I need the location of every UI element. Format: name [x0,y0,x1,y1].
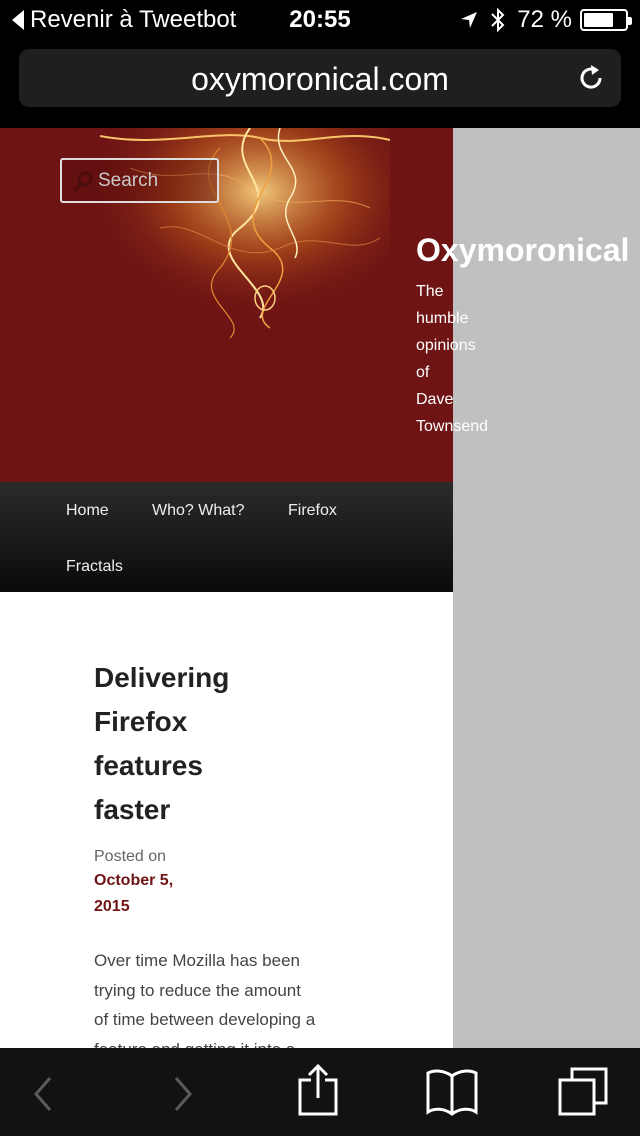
post-date-link[interactable]: October 5, 2015 [94,868,344,920]
address-bar[interactable]: oxymoronical.com [19,49,621,107]
excerpt-line: Over time Mozilla has been [94,951,300,970]
status-bar: Revenir à Tweetbot 20:55 72 % [0,0,640,40]
site-description-line: opinions [416,337,476,354]
battery-icon [580,9,632,31]
site-body: Oxymoronical The humble opinions of Dave… [0,128,629,1048]
nav-item-who-what[interactable]: Who? What? [152,502,244,520]
site-description-line: of [416,364,430,381]
search-box[interactable] [60,158,219,203]
share-icon[interactable] [296,1062,340,1118]
excerpt-line: feature and getting it into a [94,1035,334,1049]
browser-toolbar [0,1048,640,1136]
site-nav: Home Who? What? Firefox Fractals [0,482,453,592]
post-date-line[interactable]: 2015 [94,894,344,920]
site-description: The humble opinions of Dave Townsend [416,278,488,440]
post-date-line[interactable]: October 5, [94,868,344,894]
nav-item-home[interactable]: Home [66,502,109,520]
forward-icon[interactable] [170,1074,196,1114]
battery-percent: 72 % [517,6,572,33]
site-description-line: humble [416,310,469,327]
search-icon [73,171,93,192]
search-input[interactable] [98,166,213,196]
article-title-line[interactable]: Delivering [94,656,344,700]
article-title-line[interactable]: features [94,744,344,788]
address-bar-area: oxymoronical.com [0,40,640,128]
location-arrow-icon [461,12,478,28]
posted-on-label: Posted on [94,848,167,865]
back-icon[interactable] [30,1074,56,1114]
article-title-line[interactable]: Firefox [94,700,344,744]
site-description-line: Dave [416,391,454,408]
web-page: Oxymoronical The humble opinions of Dave… [0,128,640,1048]
nav-item-firefox[interactable]: Firefox [288,502,337,520]
bluetooth-icon [491,7,505,33]
site-description-line: Townsend [416,418,489,435]
article-title-line[interactable]: faster [94,788,344,832]
site-description-line: The [416,283,444,300]
site-header: Oxymoronical The humble opinions of Dave… [0,128,629,482]
excerpt-line: of time between developing a [94,1010,316,1029]
tabs-icon[interactable] [556,1066,612,1118]
article-excerpt: Over time Mozilla has been trying to red… [94,946,334,1048]
status-indicators: 72 % [459,6,632,34]
site-title[interactable]: Oxymoronical [416,232,629,269]
article: Delivering Firefox features faster Poste… [94,656,344,1048]
reload-icon[interactable] [575,62,607,94]
bookmarks-icon[interactable] [424,1066,480,1118]
url-text[interactable]: oxymoronical.com [19,61,621,98]
excerpt-line: trying to reduce the amount [94,980,301,1000]
article-title[interactable]: Delivering Firefox features faster [94,656,344,832]
nav-item-fractals[interactable]: Fractals [66,558,123,576]
